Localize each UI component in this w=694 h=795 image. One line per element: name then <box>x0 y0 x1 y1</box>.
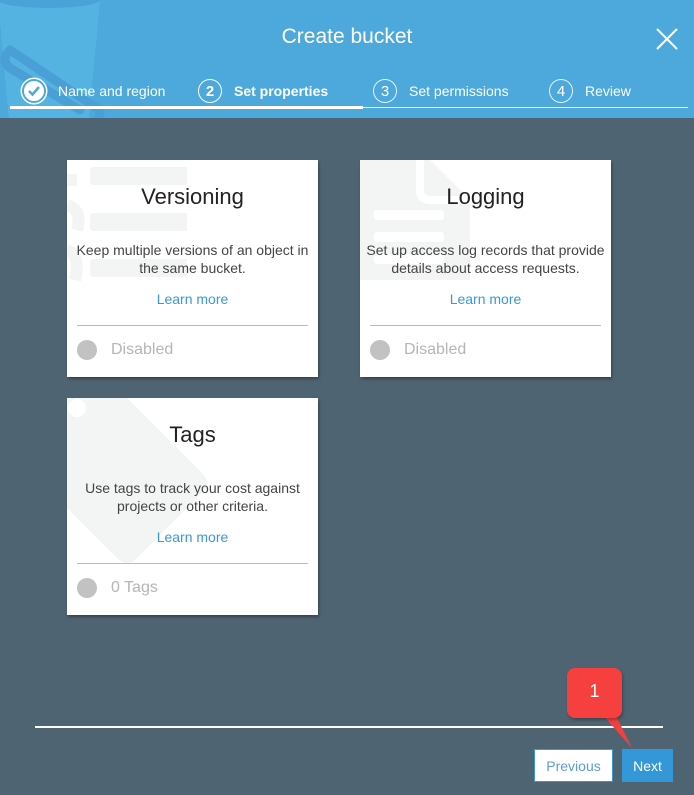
step-review[interactable]: 4 Review <box>549 78 631 104</box>
step-number: 3 <box>373 79 397 103</box>
step-set-properties[interactable]: 2 Set properties <box>198 78 328 104</box>
close-icon[interactable] <box>656 28 678 50</box>
card-description: Set up access log records that provide d… <box>366 242 605 276</box>
previous-button[interactable]: Previous <box>534 749 613 782</box>
step-label: Set properties <box>234 83 329 99</box>
tags-status-toggle[interactable]: 0 Tags <box>77 578 158 598</box>
learn-more-link[interactable]: Learn more <box>67 291 318 307</box>
next-button[interactable]: Next <box>622 749 673 782</box>
footer-divider <box>35 726 663 728</box>
status-label: 0 Tags <box>111 579 158 596</box>
status-indicator-icon <box>77 340 97 360</box>
card-title: Logging <box>446 184 525 209</box>
step-label: Set permissions <box>409 83 509 99</box>
divider <box>77 325 308 326</box>
step-track-line <box>363 107 688 108</box>
tags-card[interactable]: Tags Use tags to track your cost against… <box>67 398 318 615</box>
dialog-header: Create bucket Name and region 2 Set prop… <box>0 0 694 118</box>
check-circle-icon <box>22 79 46 103</box>
learn-more-link[interactable]: Learn more <box>360 291 611 307</box>
wizard-steps: Name and region 2 Set properties 3 Set p… <box>10 78 688 110</box>
logging-status-toggle[interactable]: Disabled <box>370 340 466 360</box>
step-label: Name and region <box>58 83 166 99</box>
card-description: Keep multiple versions of an object in t… <box>76 242 309 276</box>
versioning-status-toggle[interactable]: Disabled <box>77 340 173 360</box>
status-indicator-icon <box>370 340 390 360</box>
divider <box>370 325 601 326</box>
status-indicator-icon <box>77 578 97 598</box>
logging-card[interactable]: Logging Set up access log records that p… <box>360 160 611 377</box>
divider <box>77 563 308 564</box>
document-icon <box>360 160 470 280</box>
step-label: Review <box>585 83 631 99</box>
step-number: 2 <box>198 79 222 103</box>
step-annotation-callout: 1 <box>567 668 622 718</box>
card-title: Tags <box>169 422 216 447</box>
step-number: 4 <box>549 79 573 103</box>
step-progress-line <box>10 106 363 109</box>
card-title: Versioning <box>141 184 244 209</box>
versioning-card[interactable]: Versioning Keep multiple versions of an … <box>67 160 318 377</box>
step-set-permissions[interactable]: 3 Set permissions <box>373 78 509 104</box>
step-name-and-region[interactable]: Name and region <box>22 78 165 104</box>
card-description: Use tags to track your cost against proj… <box>85 480 300 514</box>
learn-more-link[interactable]: Learn more <box>67 529 318 545</box>
status-label: Disabled <box>404 341 467 358</box>
status-label: Disabled <box>111 341 174 358</box>
dialog-title: Create bucket <box>281 25 413 48</box>
